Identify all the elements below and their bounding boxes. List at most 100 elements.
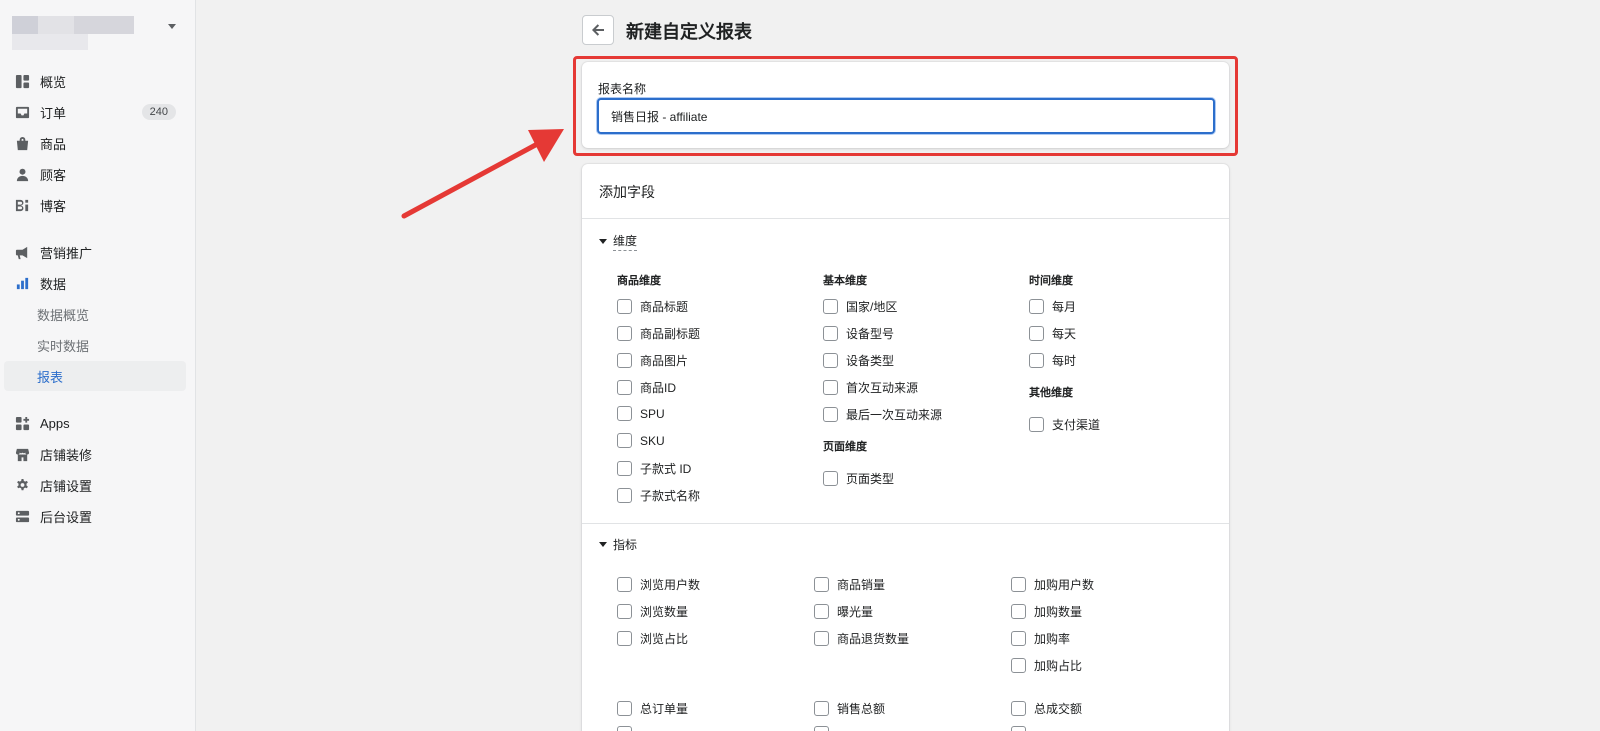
checkbox-box[interactable]: [617, 631, 632, 646]
other-dimensions-title: 其他维度: [1029, 387, 1073, 399]
checkbox-box[interactable]: [617, 577, 632, 592]
checkbox-box[interactable]: [617, 461, 632, 476]
checkbox-box[interactable]: [814, 604, 829, 619]
checkbox-daily[interactable]: 每天: [1029, 325, 1076, 342]
inbox-icon: [14, 104, 30, 120]
checkbox-label: 国家/地区: [846, 300, 898, 314]
checkbox-box[interactable]: [814, 577, 829, 592]
checkbox-hourly[interactable]: 每时: [1029, 352, 1076, 369]
sidebar-item-admin-settings[interactable]: 后台设置: [4, 501, 186, 531]
checkbox-box[interactable]: [617, 433, 632, 448]
checkbox-product-subtitle[interactable]: 商品副标题: [617, 325, 700, 342]
checkbox-variant-name[interactable]: 子款式名称: [617, 487, 700, 504]
checkbox-cart-users[interactable]: 加购用户数: [1011, 576, 1094, 593]
checkbox-variant-id[interactable]: 子款式 ID: [617, 460, 691, 477]
checkbox-total-orders[interactable]: 总订单量: [617, 700, 688, 717]
checkbox-box[interactable]: [617, 326, 632, 341]
checkbox-box[interactable]: [617, 353, 632, 368]
sidebar-item-apps[interactable]: Apps: [4, 408, 186, 438]
checkbox-sku[interactable]: SKU: [617, 433, 665, 448]
checkbox-box[interactable]: [1011, 701, 1026, 716]
checkbox-box[interactable]: [814, 726, 829, 731]
checkbox-partial[interactable]: [617, 726, 640, 731]
checkbox-product-title[interactable]: 商品标题: [617, 298, 688, 315]
checkbox-box[interactable]: [617, 604, 632, 619]
sidebar-item-analytics[interactable]: 数据: [4, 268, 186, 298]
checkbox-box[interactable]: [1011, 604, 1026, 619]
checkbox-box[interactable]: [814, 701, 829, 716]
metrics-toggle[interactable]: 指标: [599, 536, 637, 553]
sidebar-item-live-view[interactable]: 实时数据: [4, 330, 186, 360]
sidebar-item-store-settings[interactable]: 店铺设置: [4, 470, 186, 500]
megaphone-icon: [14, 244, 30, 260]
checkbox-label: 设备型号: [846, 327, 895, 341]
sidebar-item-analytics-overview[interactable]: 数据概览: [4, 299, 186, 329]
checkbox-box[interactable]: [823, 326, 838, 341]
checkbox-spu[interactable]: SPU: [617, 406, 665, 421]
checkbox-partial[interactable]: [1011, 726, 1034, 731]
checkbox-box[interactable]: [814, 631, 829, 646]
checkbox-label: 浏览占比: [640, 632, 689, 646]
checkbox-views[interactable]: 浏览数量: [617, 603, 688, 620]
checkbox-payment-channel[interactable]: 支付渠道: [1029, 416, 1100, 433]
dimensions-toggle[interactable]: 维度: [599, 232, 638, 251]
checkbox-box[interactable]: [1011, 631, 1026, 646]
checkbox-box[interactable]: [617, 299, 632, 314]
back-button[interactable]: [582, 15, 614, 45]
checkbox-view-share[interactable]: 浏览占比: [617, 630, 688, 647]
checkbox-last-touch-source[interactable]: 最后一次互动来源: [823, 406, 942, 423]
checkbox-first-touch-source[interactable]: 首次互动来源: [823, 379, 918, 396]
checkbox-gross-volume[interactable]: 总成交额: [1011, 700, 1082, 717]
bag-icon: [14, 135, 30, 151]
checkbox-partial[interactable]: [814, 726, 837, 731]
checkbox-units-sold[interactable]: 商品销量: [814, 576, 885, 593]
checkbox-device-type[interactable]: 设备类型: [823, 352, 894, 369]
checkbox-box[interactable]: [823, 407, 838, 422]
checkbox-product-id[interactable]: 商品ID: [617, 379, 676, 396]
checkbox-total-sales[interactable]: 销售总额: [814, 700, 885, 717]
checkbox-box[interactable]: [617, 380, 632, 395]
checkbox-box[interactable]: [823, 380, 838, 395]
checkbox-label: 总成交额: [1034, 702, 1083, 716]
checkbox-box[interactable]: [617, 406, 632, 421]
checkbox-monthly[interactable]: 每月: [1029, 298, 1076, 315]
sidebar-item-products[interactable]: 商品: [4, 128, 186, 158]
checkbox-visitors[interactable]: 浏览用户数: [617, 576, 700, 593]
checkbox-returned-units[interactable]: 商品退货数量: [814, 630, 909, 647]
checkbox-box[interactable]: [1029, 299, 1044, 314]
checkbox-label: 子款式名称: [640, 489, 701, 503]
sidebar-item-customers[interactable]: 顾客: [4, 159, 186, 189]
checkbox-cart-rate[interactable]: 加购率: [1011, 630, 1070, 647]
checkbox-box[interactable]: [823, 471, 838, 486]
sidebar-item-label: 店铺装修: [40, 447, 93, 463]
person-icon: [14, 166, 30, 182]
checkbox-product-image[interactable]: 商品图片: [617, 352, 688, 369]
sidebar-item-marketing[interactable]: 营销推广: [4, 237, 186, 267]
checkbox-cart-share[interactable]: 加购占比: [1011, 657, 1082, 674]
checkbox-box[interactable]: [1011, 726, 1026, 731]
checkbox-box[interactable]: [617, 726, 632, 731]
sidebar-item-overview[interactable]: 概览: [4, 66, 186, 96]
checkbox-country[interactable]: 国家/地区: [823, 298, 897, 315]
checkbox-box[interactable]: [1029, 417, 1044, 432]
checkbox-device-model[interactable]: 设备型号: [823, 325, 894, 342]
checkbox-impressions[interactable]: 曝光量: [814, 603, 873, 620]
checkbox-box[interactable]: [823, 353, 838, 368]
sidebar-item-blog[interactable]: 博客: [4, 190, 186, 220]
sidebar-item-orders[interactable]: 订单 240: [4, 97, 186, 127]
checkbox-box[interactable]: [1029, 326, 1044, 341]
checkbox-box[interactable]: [1011, 577, 1026, 592]
checkbox-box[interactable]: [823, 299, 838, 314]
sidebar-item-online-store[interactable]: 店铺装修: [4, 439, 186, 469]
checkbox-box[interactable]: [1011, 658, 1026, 673]
checkbox-page-type[interactable]: 页面类型: [823, 470, 894, 487]
sidebar-item-reports[interactable]: 报表: [4, 361, 186, 391]
checkbox-cart-count[interactable]: 加购数量: [1011, 603, 1082, 620]
sidebar-item-label: Apps: [40, 415, 70, 431]
checkbox-box[interactable]: [1029, 353, 1044, 368]
bar-chart-icon: [14, 275, 30, 291]
checkbox-box[interactable]: [617, 488, 632, 503]
checkbox-label: 销售总额: [837, 702, 886, 716]
store-switcher[interactable]: [12, 16, 182, 52]
checkbox-box[interactable]: [617, 701, 632, 716]
